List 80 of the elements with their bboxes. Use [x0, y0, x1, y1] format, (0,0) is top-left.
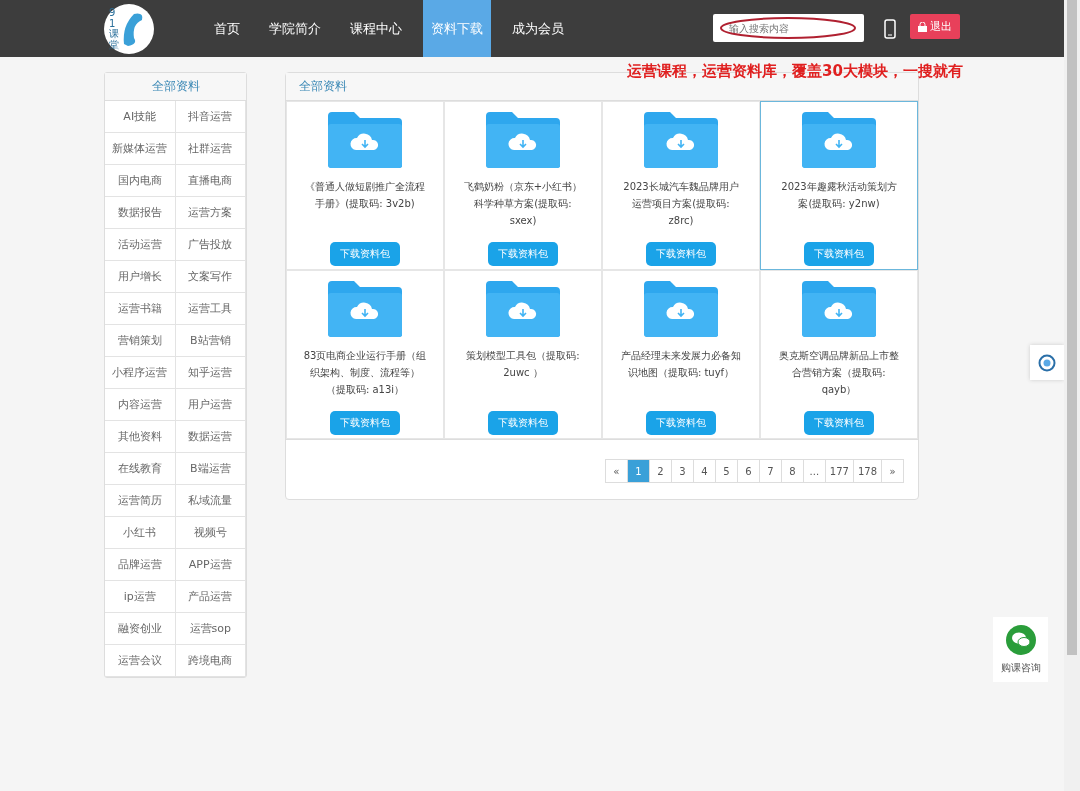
resource-title: 奥克斯空调品牌新品上市整合营销方案（提取码: qayb）	[778, 349, 900, 397]
resource-title: 策划模型工具包（提取码: 2uwc ）	[465, 349, 581, 380]
resource-title: 83页电商企业运行手册（组织架构、制度、流程等）（提取码: a13i）	[302, 349, 428, 397]
category-link[interactable]: 社群运营	[175, 133, 246, 165]
category-link[interactable]: 私域流量	[175, 485, 246, 517]
cloud-folder-icon	[642, 279, 720, 339]
nav-item[interactable]: 成为会员	[504, 0, 572, 57]
page-link[interactable]: 3	[670, 459, 694, 483]
nav-item[interactable]: 学院简介	[261, 0, 329, 57]
category-link[interactable]: 新媒体运营	[105, 133, 176, 165]
category-link[interactable]: AI技能	[105, 101, 176, 133]
category-link[interactable]: 运营方案	[175, 197, 246, 229]
page-link[interactable]: 7	[758, 459, 782, 483]
category-link[interactable]: 内容运营	[105, 389, 176, 421]
consult-widget[interactable]: 购课咨询	[993, 617, 1048, 682]
cloud-folder-icon	[326, 110, 404, 170]
page-link[interactable]: 178	[852, 459, 882, 483]
lock-icon	[918, 21, 927, 32]
category-link[interactable]: 在线教育	[105, 453, 176, 485]
cloud-folder-icon	[326, 279, 404, 339]
page-link[interactable]: ...	[802, 459, 826, 483]
category-link[interactable]: 视频号	[175, 517, 246, 549]
category-link[interactable]: ip运营	[105, 581, 176, 613]
cloud-folder-icon	[642, 110, 720, 170]
category-link[interactable]: 品牌运营	[105, 549, 176, 581]
category-link[interactable]: 产品运营	[175, 581, 246, 613]
category-link[interactable]: 小程序运营	[105, 357, 176, 389]
resource-title: 产品经理未来发展力必备知识地图（提取码: tuyf）	[620, 349, 742, 380]
category-link[interactable]: 广告投放	[175, 229, 246, 261]
category-link[interactable]: APP运营	[175, 549, 246, 581]
page-link[interactable]: 2	[648, 459, 672, 483]
cloud-folder-icon	[484, 279, 562, 339]
category-link[interactable]: 小红书	[105, 517, 176, 549]
category-link[interactable]: 抖音运营	[175, 101, 246, 133]
nav-item[interactable]: 首页	[206, 0, 248, 57]
support-widget[interactable]	[1030, 345, 1064, 380]
category-link[interactable]: 运营sop	[175, 613, 246, 645]
cloud-folder-icon	[484, 110, 562, 170]
page-link[interactable]: 6	[736, 459, 760, 483]
sidebar-title: 全部资料	[105, 73, 246, 101]
category-link[interactable]: B端运营	[175, 453, 246, 485]
logout-button[interactable]: 退出	[910, 14, 960, 39]
category-link[interactable]: 其他资料	[105, 421, 176, 453]
category-link[interactable]: 数据报告	[105, 197, 176, 229]
category-link[interactable]: 融资创业	[105, 613, 176, 645]
resource-title: 2023年趣露秋活动策划方案(提取码: y2nw)	[780, 180, 898, 211]
resource-title: 2023长城汽车魏品牌用户运营项目方案(提取码: z8rc)	[622, 180, 740, 228]
category-link[interactable]: 用户增长	[105, 261, 176, 293]
resource-title: 飞鹤奶粉（京东+小红书）科学种草方案(提取码: sxex)	[462, 180, 584, 228]
category-link[interactable]: 数据运营	[175, 421, 246, 453]
cloud-folder-icon	[800, 279, 878, 339]
cloud-folder-icon	[800, 110, 878, 170]
annotation-text: 运营课程，运营资料库，覆盖30大模块，一搜就有	[627, 62, 963, 81]
category-link[interactable]: 用户运营	[175, 389, 246, 421]
page-link[interactable]: «	[604, 459, 628, 483]
category-link[interactable]: 文案写作	[175, 261, 246, 293]
nav-item[interactable]: 课程中心	[342, 0, 410, 57]
category-link[interactable]: 跨境电商	[175, 645, 246, 677]
phone-icon[interactable]	[884, 19, 896, 39]
wechat-icon	[1005, 624, 1036, 655]
consult-label: 购课咨询	[1000, 660, 1041, 675]
page-link[interactable]: 4	[692, 459, 716, 483]
category-link[interactable]: 营销策划	[105, 325, 176, 357]
page-link[interactable]: 5	[714, 459, 738, 483]
category-link[interactable]: B站营销	[175, 325, 246, 357]
category-link[interactable]: 直播电商	[175, 165, 246, 197]
category-link[interactable]: 运营会议	[105, 645, 176, 677]
page-link[interactable]: 177	[824, 459, 854, 483]
page-link[interactable]: 8	[780, 459, 804, 483]
resource-title: 《普通人做短剧推广全流程手册》(提取码: 3v2b)	[304, 180, 426, 211]
logo-text: 91课堂	[109, 8, 120, 50]
scrollbar-thumb[interactable]	[1067, 0, 1077, 655]
category-link[interactable]: 活动运营	[105, 229, 176, 261]
category-link[interactable]: 运营工具	[175, 293, 246, 325]
page-link[interactable]: »	[881, 459, 904, 483]
category-link[interactable]: 运营书籍	[105, 293, 176, 325]
logo[interactable]: 91课堂	[104, 4, 154, 54]
category-link[interactable]: 知乎运营	[175, 357, 246, 389]
category-link[interactable]: 运营简历	[105, 485, 176, 517]
category-link[interactable]: 国内电商	[105, 165, 176, 197]
